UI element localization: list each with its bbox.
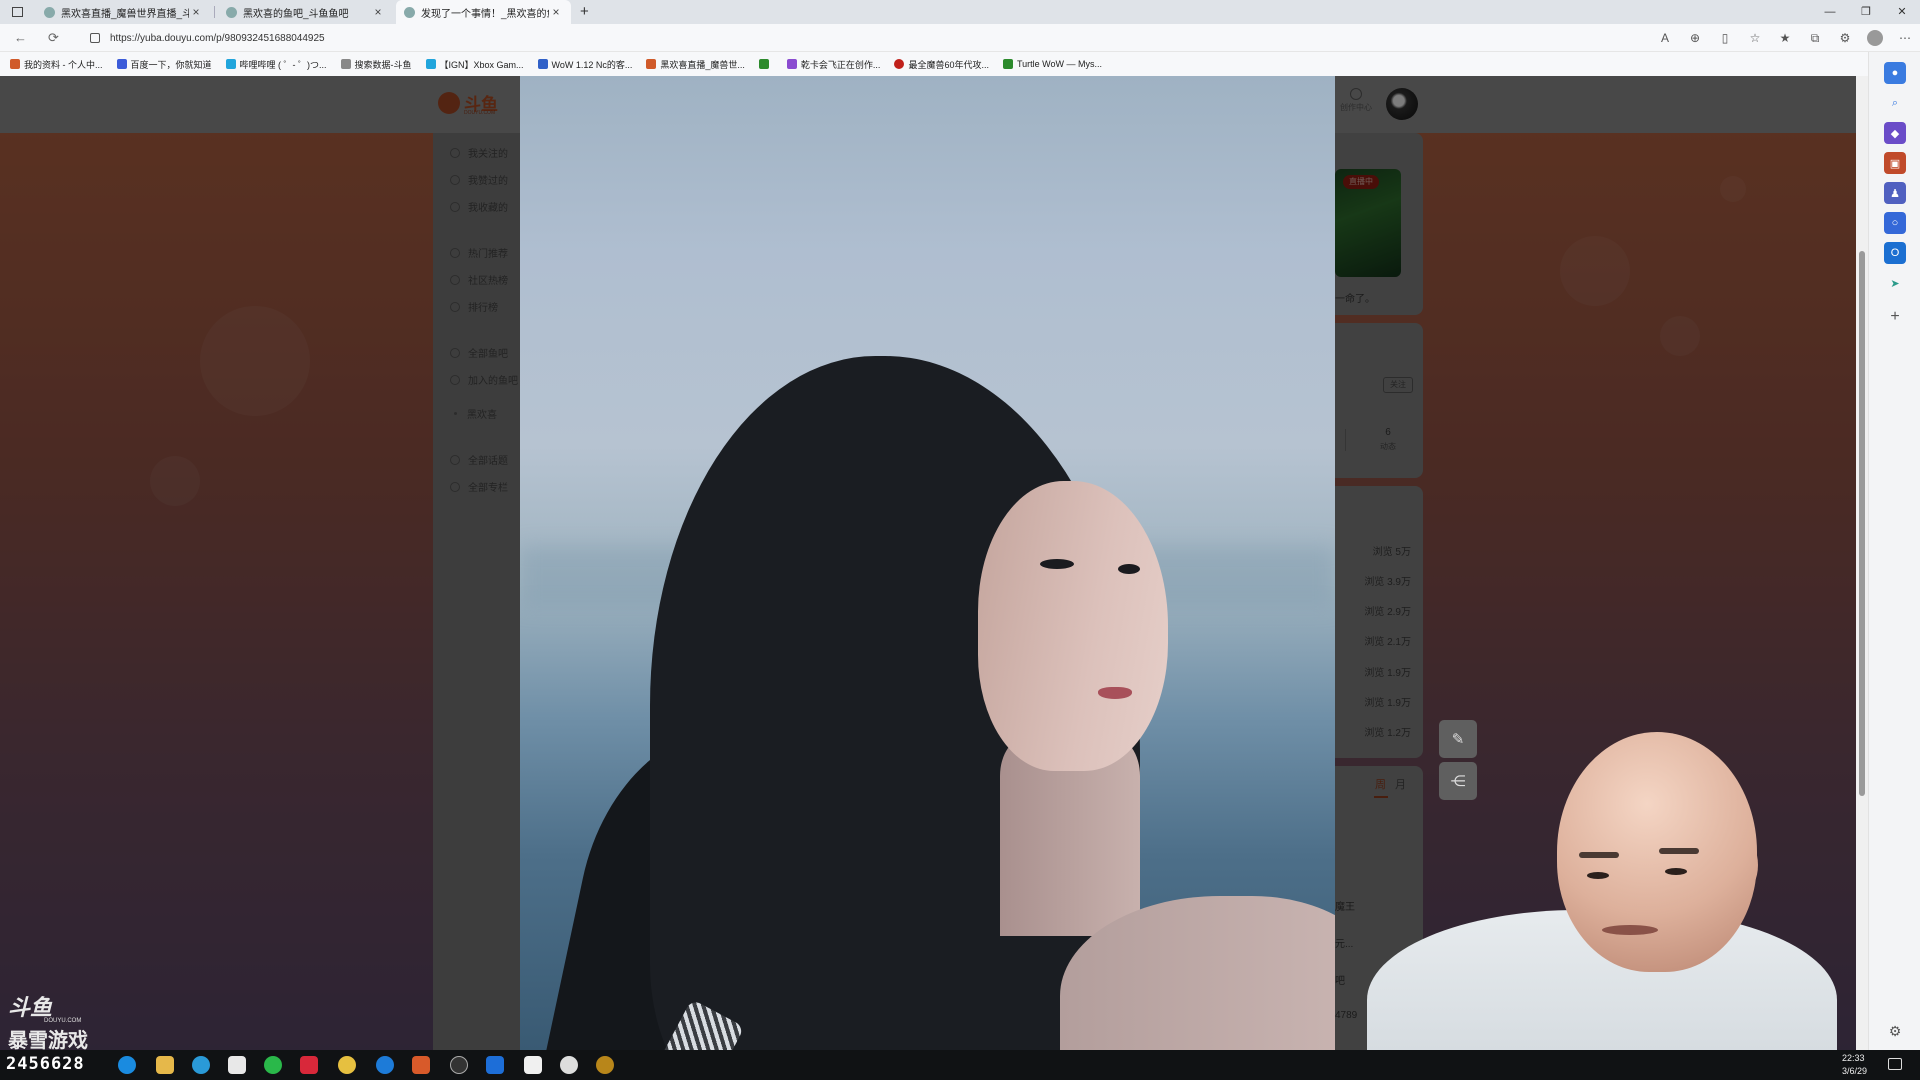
tag-icon[interactable]: ◆ xyxy=(1884,122,1906,144)
wow-game-icon[interactable] xyxy=(596,1056,614,1074)
app-rabbit-icon[interactable] xyxy=(560,1056,578,1074)
back-icon[interactable]: ← xyxy=(14,30,27,45)
notes-icon[interactable] xyxy=(228,1056,246,1074)
bookmark-icon xyxy=(646,59,657,69)
tab-favicon-icon xyxy=(404,6,415,18)
youdao-icon[interactable] xyxy=(300,1056,318,1074)
stream-watermark-logo: 斗鱼 DOUYU.COM 暴雪游戏 xyxy=(8,995,88,1052)
tab-2[interactable]: 黑欢喜的鱼吧_斗鱼鱼吧 × xyxy=(218,0,393,24)
bookmark-item[interactable]: 乾卡会飞正在创作... xyxy=(786,58,880,71)
notification-icon[interactable] xyxy=(1888,1058,1902,1070)
bell-icon[interactable]: ● xyxy=(1884,62,1906,84)
bookmark-item[interactable]: 【IGN】Xbox Gam... xyxy=(425,58,524,71)
bookmark-icon xyxy=(786,59,797,69)
profile-avatar[interactable] xyxy=(1867,30,1883,46)
more-menu-icon[interactable]: ⋯ xyxy=(1890,28,1920,48)
toolbox-icon[interactable]: ▣ xyxy=(1884,152,1906,174)
browser-sidebar: ● ⌕ ◆ ▣ ♟ ○ O ➤ + ⚙ xyxy=(1868,52,1920,1050)
outlook-icon[interactable]: O xyxy=(1884,242,1906,264)
maximize-icon[interactable]: ❐ xyxy=(1848,0,1884,24)
wechat-icon[interactable] xyxy=(264,1056,282,1074)
address-bar-row: ← ⟳ https://yuba.douyu.com/p/98093245168… xyxy=(0,24,1920,52)
bookmark-item[interactable]: 黑欢喜直播_魔兽世... xyxy=(646,58,745,71)
close-tab-icon[interactable]: × xyxy=(371,5,385,19)
send-icon[interactable]: ➤ xyxy=(1884,272,1906,294)
app-bird-icon[interactable] xyxy=(524,1056,542,1074)
favorites-icon[interactable]: ★ xyxy=(1770,28,1800,48)
bookmark-item[interactable]: 百度一下，你就知道 xyxy=(116,58,212,71)
tab-favicon-icon xyxy=(44,6,55,18)
bookmark-icon xyxy=(894,59,905,69)
browser-tab-bar: 黑欢喜直播_魔兽世界直播_斗鱼直 × 黑欢喜的鱼吧_斗鱼鱼吧 × 发现了一个事情… xyxy=(0,0,1920,24)
streamer-webcam xyxy=(1357,720,1856,1050)
image-viewer-photo[interactable] xyxy=(520,76,1335,1050)
bookmark-icon xyxy=(116,59,127,69)
bookmark-item[interactable]: 搜索数据-斗鱼 xyxy=(340,58,412,71)
add-icon[interactable]: + xyxy=(1884,306,1906,328)
tab-actions-icon[interactable] xyxy=(12,7,23,17)
bookmark-item[interactable]: 最全魔兽60年代攻... xyxy=(894,58,989,71)
window-controls: — ❐ ✕ xyxy=(1812,0,1920,24)
obs-icon[interactable] xyxy=(450,1056,468,1074)
edge-browser-icon[interactable] xyxy=(118,1056,136,1074)
read-aloud-icon[interactable]: A xyxy=(1650,28,1680,48)
tab-favicon-icon xyxy=(226,6,237,18)
collections-icon[interactable]: ⧉ xyxy=(1800,28,1830,48)
bookmark-icon xyxy=(1002,59,1013,69)
app-owl-icon[interactable] xyxy=(338,1056,356,1074)
app-blue-icon[interactable] xyxy=(376,1056,394,1074)
new-tab-button[interactable]: + xyxy=(580,3,589,20)
people-icon[interactable]: ♟ xyxy=(1884,182,1906,204)
app-window-icon[interactable] xyxy=(486,1056,504,1074)
bookmark-icon xyxy=(340,59,351,69)
settings-gear-icon[interactable]: ⚙ xyxy=(1884,1020,1906,1042)
stream-room-id: 2456628 xyxy=(6,1054,85,1074)
system-clock[interactable]: 22:33 3/6/29 xyxy=(1842,1052,1867,1078)
bookmark-item[interactable]: 我的资料 - 个人中... xyxy=(10,58,103,71)
douyu-app-icon[interactable] xyxy=(412,1056,430,1074)
close-tab-icon[interactable]: × xyxy=(189,5,203,19)
windows-taskbar: 2456628 22:33 3/6/29 xyxy=(0,1050,1920,1080)
bookmark-item[interactable]: Turtle WoW — Mys... xyxy=(1002,59,1102,69)
app-icon[interactable] xyxy=(192,1056,210,1074)
search-icon[interactable]: ⌕ xyxy=(1884,92,1906,114)
page-scrollbar[interactable] xyxy=(1856,76,1868,1050)
toolbar-icons: A ⊕ ▯ ☆ ★ ⧉ ⚙ ⋯ xyxy=(1650,28,1920,48)
url-field[interactable]: https://yuba.douyu.com/p/980932451688044… xyxy=(80,27,1680,49)
office-icon[interactable]: ○ xyxy=(1884,212,1906,234)
tab-1[interactable]: 黑欢喜直播_魔兽世界直播_斗鱼直 × xyxy=(36,0,211,24)
tab-3-active[interactable]: 发现了一个事情！_黑欢喜的鱼吧 × xyxy=(396,0,571,24)
favorite-star-icon[interactable]: ☆ xyxy=(1740,28,1770,48)
file-explorer-icon[interactable] xyxy=(156,1056,174,1074)
bookmark-icon xyxy=(425,59,436,69)
zoom-icon[interactable]: ⊕ xyxy=(1680,28,1710,48)
bookmarks-bar: 我的资料 - 个人中... 百度一下，你就知道 哔哩哔哩 ( ゜- ゜)つ...… xyxy=(0,52,1920,76)
bookmark-item[interactable]: WoW 1.12 Nc的客... xyxy=(537,58,632,71)
split-screen-icon[interactable]: ▯ xyxy=(1710,28,1740,48)
bookmark-icon xyxy=(10,59,20,69)
close-window-icon[interactable]: ✕ xyxy=(1884,0,1920,24)
refresh-icon[interactable]: ⟳ xyxy=(48,30,59,46)
bookmark-item[interactable]: 哔哩哔哩 ( ゜- ゜)つ... xyxy=(225,58,327,71)
bookmark-icon xyxy=(537,59,548,69)
extensions-icon[interactable]: ⚙ xyxy=(1830,28,1860,48)
bookmark-item[interactable] xyxy=(758,59,773,69)
close-tab-icon[interactable]: × xyxy=(549,5,563,19)
lock-icon xyxy=(90,33,100,43)
scrollbar-thumb[interactable] xyxy=(1859,251,1865,796)
minimize-icon[interactable]: — xyxy=(1812,0,1848,24)
bookmark-icon xyxy=(758,59,769,69)
url-text: https://yuba.douyu.com/p/980932451688044… xyxy=(110,32,325,44)
bookmark-icon xyxy=(225,59,236,69)
